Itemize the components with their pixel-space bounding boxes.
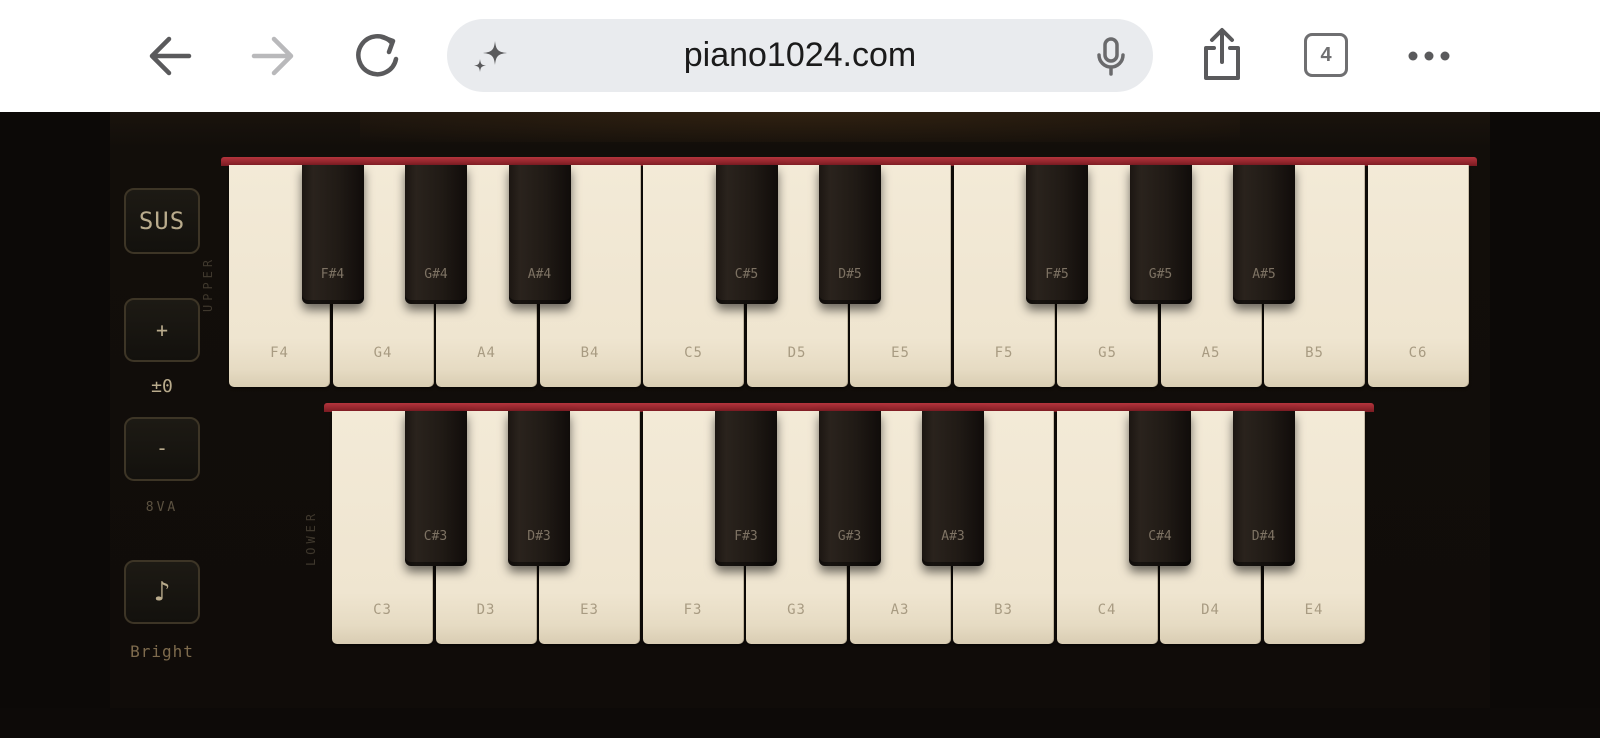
piano-app: SUS + ±0 - 8VA ♪ Bright UPPER LOWER F4 G4… [0, 112, 1600, 738]
octave-caption: 8VA [145, 500, 179, 515]
octave-up-button[interactable]: + [124, 298, 200, 362]
key-label: A#4 [527, 267, 552, 282]
key-label: A5 [1201, 345, 1221, 361]
key-label: E5 [891, 345, 910, 361]
key-label: G4 [373, 345, 393, 361]
sustain-button[interactable]: SUS [124, 188, 200, 254]
upper-manual-label: UPPER [201, 255, 215, 312]
microphone-icon[interactable] [1091, 35, 1131, 77]
black-key-d-sharp4[interactable]: D#4 [1232, 411, 1295, 566]
key-label: E3 [580, 602, 599, 618]
browser-toolbar: piano1024.com 4 [0, 0, 1600, 112]
key-label: A3 [890, 602, 910, 618]
octave-down-button[interactable]: - [124, 417, 200, 481]
key-label: B5 [1305, 345, 1324, 361]
black-key-a-sharp5[interactable]: A#5 [1233, 165, 1295, 304]
bottom-strip [0, 708, 1600, 738]
black-key-c-sharp3[interactable]: C#3 [404, 411, 467, 566]
key-label: D4 [1201, 602, 1220, 618]
forward-arrow-icon[interactable] [248, 30, 298, 82]
key-label: C5 [684, 345, 703, 361]
key-label: D#5 [838, 267, 862, 282]
black-key-g-sharp4[interactable]: G#4 [405, 165, 467, 304]
tab-count-button[interactable]: 4 [1304, 33, 1348, 77]
key-label: A4 [477, 345, 496, 361]
upper-keyboard: F4 G4 A4 B4 C5 D5 E5 F5 G5 A5 B5 C6 F#4 G#4 A#4 C#5 D#5… [221, 157, 1477, 387]
key-label: F3 [683, 602, 703, 618]
black-key-a-sharp4[interactable]: A#4 [508, 165, 571, 304]
key-label: E4 [1304, 602, 1324, 618]
key-label: D#3 [527, 529, 551, 544]
key-label: G#3 [837, 529, 862, 544]
key-label: C#3 [423, 529, 448, 544]
key-label: G5 [1098, 345, 1117, 361]
octave-value: ±0 [151, 376, 173, 397]
panel-glow [360, 112, 1240, 142]
key-label: G3 [787, 602, 806, 618]
key-label: C#5 [734, 267, 759, 282]
key-label: C3 [373, 602, 392, 618]
lower-manual-label: LOWER [304, 509, 318, 566]
black-key-f-sharp5[interactable]: F#5 [1026, 165, 1088, 304]
key-label: G#4 [424, 267, 448, 282]
key-label: C#4 [1148, 529, 1172, 544]
key-label: D3 [476, 602, 496, 618]
white-key-c6[interactable]: C6 [1367, 165, 1469, 387]
key-label: D5 [787, 345, 807, 361]
key-label: C6 [1408, 345, 1428, 361]
black-key-d-sharp5[interactable]: D#5 [819, 165, 881, 304]
black-key-d-sharp3[interactable]: D#3 [508, 411, 570, 566]
black-key-g-sharp5[interactable]: G#5 [1129, 165, 1192, 304]
black-key-a-sharp3[interactable]: A#3 [922, 411, 984, 566]
key-label: A#3 [941, 529, 965, 544]
key-label: B4 [580, 345, 600, 361]
address-bar[interactable]: piano1024.com [447, 19, 1153, 92]
black-key-c-sharp5[interactable]: C#5 [715, 165, 778, 304]
tone-label: Bright [130, 642, 194, 661]
key-label: F5 [994, 345, 1014, 361]
lower-keyboard: C3 D3 E3 F3 G3 A3 B3 C4 D4 E4 C#3 D#3 F#3 G#3 A#3 C#4 D… [324, 403, 1374, 644]
back-arrow-icon[interactable] [145, 30, 195, 82]
black-key-f-sharp3[interactable]: F#3 [715, 411, 777, 566]
share-icon[interactable] [1198, 26, 1246, 84]
key-label: A#5 [1252, 267, 1276, 282]
key-label: B3 [994, 602, 1013, 618]
key-label: F#3 [734, 529, 758, 544]
key-label: F4 [270, 345, 289, 361]
black-key-g-sharp3[interactable]: G#3 [818, 411, 881, 566]
key-label: G#5 [1148, 267, 1173, 282]
tone-button[interactable]: ♪ [124, 560, 200, 624]
black-key-f-sharp4[interactable]: F#4 [301, 165, 364, 304]
key-label: C4 [1097, 602, 1117, 618]
black-key-c-sharp4[interactable]: C#4 [1129, 411, 1191, 566]
url-text: piano1024.com [683, 36, 917, 74]
key-label: F#5 [1045, 267, 1069, 282]
key-label: D#4 [1251, 529, 1276, 544]
reload-icon[interactable] [352, 30, 402, 82]
key-label: F#4 [320, 267, 345, 282]
more-options-icon[interactable] [1405, 30, 1453, 82]
